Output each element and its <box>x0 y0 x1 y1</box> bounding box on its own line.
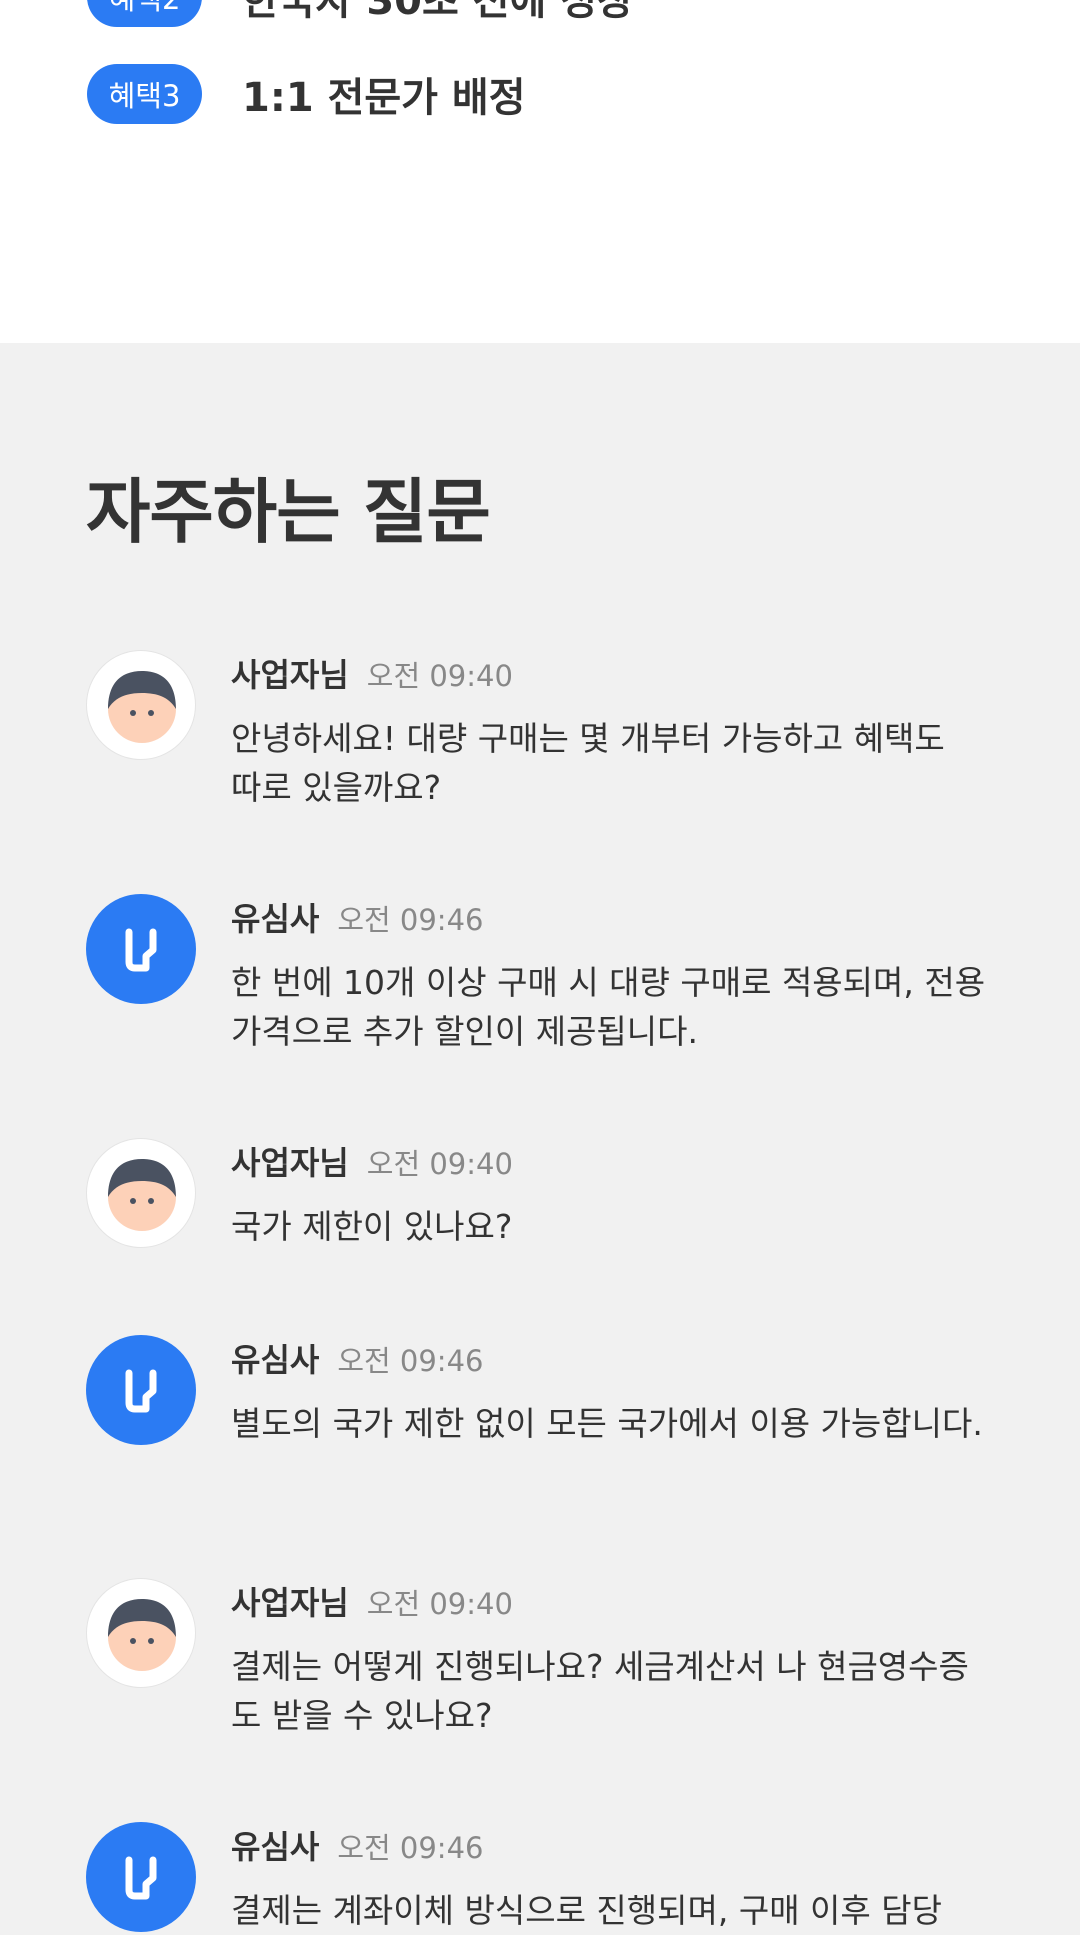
benefit-badge: 혜택2 <box>87 0 202 27</box>
benefit-item-3: 혜택3 1:1 전문가 배정 <box>87 64 526 124</box>
message-text: 국가 제한이 있나요? <box>231 1207 513 1246</box>
user-face-icon <box>86 1578 196 1688</box>
usimsa-logo-icon <box>86 894 196 1004</box>
faq-title: 자주하는 질문 <box>86 471 491 553</box>
message-author: 유심사 <box>231 1828 320 1866</box>
message-author: 사업자님 <box>231 1144 349 1182</box>
message-author: 유심사 <box>231 1341 320 1379</box>
message-text: 안녕하세요! 대량 구매는 몇 개부터 가능하고 혜택도 따로 있을까요? <box>231 719 945 807</box>
message-header: 사업자님 오전 09:40 <box>231 1578 513 1624</box>
usimsa-logo-icon <box>86 1822 196 1932</box>
message-time: 오전 09:46 <box>337 1344 484 1378</box>
message-time: 오전 09:46 <box>337 903 484 937</box>
message-time: 오전 09:40 <box>366 1147 513 1181</box>
message-header: 유심사 오전 09:46 <box>231 1335 483 1381</box>
message-author: 사업자님 <box>231 656 349 694</box>
message-header: 유심사 오전 09:46 <box>231 894 483 940</box>
faq-section: 자주하는 질문 사업자님 오전 09:40 안녕하세요! 대량 구매는 몇 개부… <box>0 343 1080 1932</box>
message-text: 한 번에 10개 이상 구매 시 대량 구매로 적용되며, 전용 가격으로 추가… <box>231 963 986 1051</box>
benefit-badge: 혜택3 <box>87 64 202 124</box>
message-author: 유심사 <box>231 900 320 938</box>
usimsa-logo-icon <box>86 1335 196 1445</box>
user-face-icon <box>86 1138 196 1248</box>
message-author: 사업자님 <box>231 1584 349 1622</box>
message-time: 오전 09:40 <box>366 1587 513 1621</box>
message-time: 오전 09:40 <box>366 659 513 693</box>
message-header: 유심사 오전 09:46 <box>231 1822 483 1868</box>
benefits-section: 혜택2 한국자 30초 전에 성장 혜택3 1:1 전문가 배정 <box>0 0 1080 343</box>
message-text: 별도의 국가 제한 없이 모든 국가에서 이용 가능합니다. <box>231 1404 983 1443</box>
benefit-text: 한국자 30초 전에 성장 <box>242 0 634 24</box>
benefit-item-2: 혜택2 한국자 30초 전에 성장 <box>87 0 634 27</box>
message-text: 결제는 계좌이체 방식으로 진행되며, 구매 이후 담당 <box>231 1891 942 1930</box>
user-face-icon <box>86 650 196 760</box>
message-header: 사업자님 오전 09:40 <box>231 1138 513 1184</box>
message-header: 사업자님 오전 09:40 <box>231 650 513 696</box>
message-time: 오전 09:46 <box>337 1831 484 1865</box>
benefit-text: 1:1 전문가 배정 <box>242 75 526 121</box>
message-text: 결제는 어떻게 진행되나요? 세금계산서 나 현금영수증 도 받을 수 있나요? <box>231 1647 969 1735</box>
